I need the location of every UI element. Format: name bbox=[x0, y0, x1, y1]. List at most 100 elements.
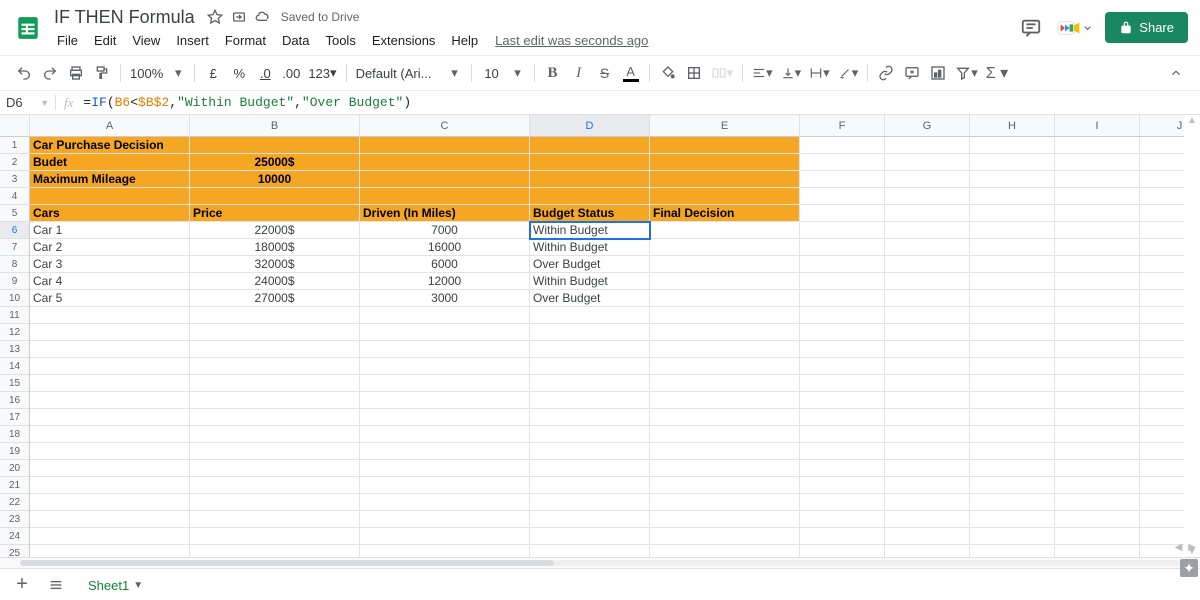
cell-E1[interactable] bbox=[650, 137, 800, 154]
cell-E13[interactable] bbox=[650, 341, 800, 358]
functions-button[interactable]: Σ ▾ bbox=[983, 61, 1011, 85]
cell-B12[interactable] bbox=[190, 324, 360, 341]
cell-E10[interactable] bbox=[650, 290, 800, 307]
cell-F14[interactable] bbox=[800, 358, 885, 375]
cell-C15[interactable] bbox=[360, 375, 530, 392]
cell-C9[interactable]: 12000 bbox=[360, 273, 530, 290]
cell-H21[interactable] bbox=[970, 477, 1055, 494]
cell-H9[interactable] bbox=[970, 273, 1055, 290]
cell-A16[interactable] bbox=[30, 392, 190, 409]
cell-E7[interactable] bbox=[650, 239, 800, 256]
col-header-F[interactable]: F bbox=[800, 115, 885, 136]
cell-E6[interactable] bbox=[650, 222, 800, 239]
cell-A21[interactable] bbox=[30, 477, 190, 494]
cell-J4[interactable] bbox=[1140, 188, 1184, 205]
cell-B1[interactable] bbox=[190, 137, 360, 154]
star-icon[interactable] bbox=[207, 9, 223, 25]
chart-button[interactable] bbox=[926, 61, 950, 85]
cell-F16[interactable] bbox=[800, 392, 885, 409]
row-header-1[interactable]: 1 bbox=[0, 137, 29, 154]
cell-D13[interactable] bbox=[530, 341, 650, 358]
cell-B19[interactable] bbox=[190, 443, 360, 460]
cell-A25[interactable] bbox=[30, 545, 190, 557]
row-header-22[interactable]: 22 bbox=[0, 494, 29, 511]
cell-G5[interactable] bbox=[885, 205, 970, 222]
col-header-A[interactable]: A bbox=[30, 115, 190, 136]
cell-J7[interactable] bbox=[1140, 239, 1184, 256]
cell-H13[interactable] bbox=[970, 341, 1055, 358]
cell-G20[interactable] bbox=[885, 460, 970, 477]
cell-J12[interactable] bbox=[1140, 324, 1184, 341]
cell-E21[interactable] bbox=[650, 477, 800, 494]
cell-B17[interactable] bbox=[190, 409, 360, 426]
cell-H4[interactable] bbox=[970, 188, 1055, 205]
cell-F3[interactable] bbox=[800, 171, 885, 188]
rotate-button[interactable]: ▾ bbox=[835, 61, 862, 85]
percent-button[interactable]: % bbox=[227, 61, 251, 85]
cell-B14[interactable] bbox=[190, 358, 360, 375]
cell-A5[interactable]: Cars bbox=[30, 205, 190, 222]
cell-B2[interactable]: 25000$ bbox=[190, 154, 360, 171]
cell-J22[interactable] bbox=[1140, 494, 1184, 511]
row-header-21[interactable]: 21 bbox=[0, 477, 29, 494]
row-header-7[interactable]: 7 bbox=[0, 239, 29, 256]
cell-D3[interactable] bbox=[530, 171, 650, 188]
row-header-2[interactable]: 2 bbox=[0, 154, 29, 171]
cell-G15[interactable] bbox=[885, 375, 970, 392]
cell-A20[interactable] bbox=[30, 460, 190, 477]
column-headers[interactable]: ABCDEFGHIJ bbox=[30, 115, 1184, 137]
col-header-C[interactable]: C bbox=[360, 115, 530, 136]
font-size-input[interactable]: 10 bbox=[478, 61, 506, 85]
menu-file[interactable]: File bbox=[50, 30, 85, 51]
cell-H23[interactable] bbox=[970, 511, 1055, 528]
cell-D9[interactable]: Within Budget bbox=[530, 273, 650, 290]
row-header-12[interactable]: 12 bbox=[0, 324, 29, 341]
cell-D24[interactable] bbox=[530, 528, 650, 545]
cell-C17[interactable] bbox=[360, 409, 530, 426]
cell-H19[interactable] bbox=[970, 443, 1055, 460]
cell-B6[interactable]: 22000$ bbox=[190, 222, 360, 239]
cell-J21[interactable] bbox=[1140, 477, 1184, 494]
strikethrough-button[interactable]: S bbox=[593, 61, 617, 85]
cell-D21[interactable] bbox=[530, 477, 650, 494]
cell-G3[interactable] bbox=[885, 171, 970, 188]
cell-J6[interactable] bbox=[1140, 222, 1184, 239]
cell-I10[interactable] bbox=[1055, 290, 1140, 307]
cell-B10[interactable]: 27000$ bbox=[190, 290, 360, 307]
cell-I14[interactable] bbox=[1055, 358, 1140, 375]
col-header-E[interactable]: E bbox=[650, 115, 800, 136]
cell-D15[interactable] bbox=[530, 375, 650, 392]
cell-G8[interactable] bbox=[885, 256, 970, 273]
cell-G22[interactable] bbox=[885, 494, 970, 511]
cell-J8[interactable] bbox=[1140, 256, 1184, 273]
cell-E23[interactable] bbox=[650, 511, 800, 528]
cell-E20[interactable] bbox=[650, 460, 800, 477]
chevron-down-icon[interactable]: ▼ bbox=[133, 580, 143, 591]
cell-A6[interactable]: Car 1 bbox=[30, 222, 190, 239]
cell-A24[interactable] bbox=[30, 528, 190, 545]
last-edit-link[interactable]: Last edit was seconds ago bbox=[495, 30, 648, 51]
move-icon[interactable] bbox=[231, 9, 247, 25]
cell-G21[interactable] bbox=[885, 477, 970, 494]
cell-G1[interactable] bbox=[885, 137, 970, 154]
cell-G9[interactable] bbox=[885, 273, 970, 290]
bold-button[interactable]: B bbox=[541, 61, 565, 85]
cell-F5[interactable] bbox=[800, 205, 885, 222]
row-header-20[interactable]: 20 bbox=[0, 460, 29, 477]
cell-D7[interactable]: Within Budget bbox=[530, 239, 650, 256]
cell-H24[interactable] bbox=[970, 528, 1055, 545]
cell-H18[interactable] bbox=[970, 426, 1055, 443]
cell-F6[interactable] bbox=[800, 222, 885, 239]
halign-button[interactable]: ▾ bbox=[749, 61, 776, 85]
cell-E18[interactable] bbox=[650, 426, 800, 443]
cell-F24[interactable] bbox=[800, 528, 885, 545]
cell-A9[interactable]: Car 4 bbox=[30, 273, 190, 290]
cell-I19[interactable] bbox=[1055, 443, 1140, 460]
cell-I15[interactable] bbox=[1055, 375, 1140, 392]
cell-C11[interactable] bbox=[360, 307, 530, 324]
row-header-23[interactable]: 23 bbox=[0, 511, 29, 528]
cell-D6[interactable]: Within Budget bbox=[530, 222, 650, 239]
cell-E14[interactable] bbox=[650, 358, 800, 375]
cell-F11[interactable] bbox=[800, 307, 885, 324]
cell-D5[interactable]: Budget Status bbox=[530, 205, 650, 222]
